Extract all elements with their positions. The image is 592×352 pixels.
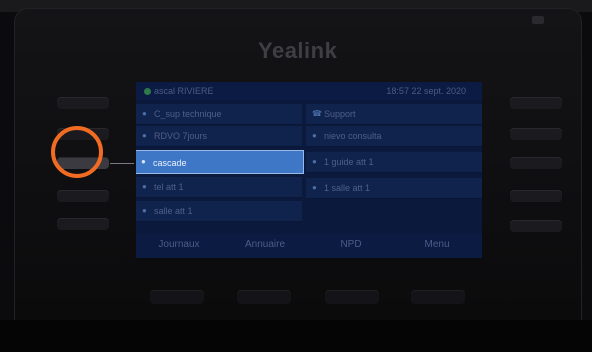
softkey-menu[interactable]: Menu bbox=[394, 239, 480, 250]
softkey-journaux[interactable]: Journaux bbox=[136, 239, 222, 250]
person-icon: ● bbox=[142, 206, 147, 215]
highlight-circle bbox=[51, 126, 103, 178]
account-name: ascal RIVIERE bbox=[154, 86, 214, 96]
softkey-bar: Journaux Annuaire NPD Menu bbox=[136, 234, 482, 258]
dss-key-label: C_sup technique bbox=[154, 109, 222, 119]
line-key-right-4[interactable] bbox=[510, 190, 562, 202]
dss-key-label: 1 salle att 1 bbox=[324, 183, 371, 193]
person-icon: ● bbox=[312, 183, 317, 192]
account-status: ascal RIVIERE bbox=[144, 86, 214, 96]
softkey-button-2[interactable] bbox=[237, 290, 291, 304]
dss-key-right-1[interactable]: ☎ Support bbox=[306, 104, 482, 125]
dss-key-label: Support bbox=[324, 109, 356, 119]
person-icon: ● bbox=[312, 157, 317, 166]
line-key-right-2[interactable] bbox=[510, 128, 562, 140]
softkey-button-1[interactable] bbox=[150, 290, 204, 304]
dss-key-right-4[interactable]: ● 1 salle att 1 bbox=[306, 178, 482, 199]
dss-key-label: nievo consulta bbox=[324, 131, 382, 141]
dss-key-left-3[interactable]: ● cascade bbox=[136, 150, 304, 174]
softkey-button-3[interactable] bbox=[325, 290, 379, 304]
dss-key-label: salle att 1 bbox=[154, 206, 193, 216]
status-led bbox=[532, 16, 544, 24]
phone-base-shadow bbox=[0, 320, 592, 352]
person-icon: ● bbox=[141, 157, 146, 166]
dss-key-label: tel att 1 bbox=[154, 182, 184, 192]
line-key-left-5[interactable] bbox=[57, 218, 109, 230]
dss-key-left-1[interactable]: ● C_sup technique bbox=[136, 104, 302, 125]
status-bar: ascal RIVIERE 18:57 22 sept. 2020 bbox=[136, 82, 482, 100]
dss-key-left-4[interactable]: ● tel att 1 bbox=[136, 177, 302, 198]
clock: 18:57 22 sept. 2020 bbox=[386, 86, 466, 96]
line-key-left-1[interactable] bbox=[57, 97, 109, 109]
line-key-right-1[interactable] bbox=[510, 97, 562, 109]
dss-key-left-5[interactable]: ● salle att 1 bbox=[136, 201, 302, 222]
dss-key-right-3[interactable]: ● 1 guide att 1 bbox=[306, 152, 482, 173]
phone-screen: ascal RIVIERE 18:57 22 sept. 2020 ● C_su… bbox=[136, 82, 482, 258]
dss-key-left-2[interactable]: ● RDVO 7jours bbox=[136, 126, 302, 147]
callout-connector-line bbox=[110, 163, 134, 164]
line-key-right-3[interactable] bbox=[510, 157, 562, 169]
account-icon bbox=[144, 88, 151, 96]
dss-key-label: cascade bbox=[153, 158, 187, 168]
dss-key-right-2[interactable]: ● nievo consulta bbox=[306, 126, 482, 147]
phone-icon: ☎ bbox=[312, 109, 322, 118]
softkey-annuaire[interactable]: Annuaire bbox=[222, 239, 308, 250]
person-icon: ● bbox=[312, 131, 317, 140]
line-key-left-4[interactable] bbox=[57, 190, 109, 202]
person-icon: ● bbox=[142, 131, 147, 140]
line-key-right-5[interactable] bbox=[510, 220, 562, 232]
softkey-npd[interactable]: NPD bbox=[308, 239, 394, 250]
dss-key-label: 1 guide att 1 bbox=[324, 157, 374, 167]
person-icon: ● bbox=[142, 182, 147, 191]
brand-logo: Yealink bbox=[258, 38, 338, 63]
dss-key-label: RDVO 7jours bbox=[154, 131, 208, 141]
person-icon: ● bbox=[142, 109, 147, 118]
softkey-button-4[interactable] bbox=[411, 290, 465, 304]
